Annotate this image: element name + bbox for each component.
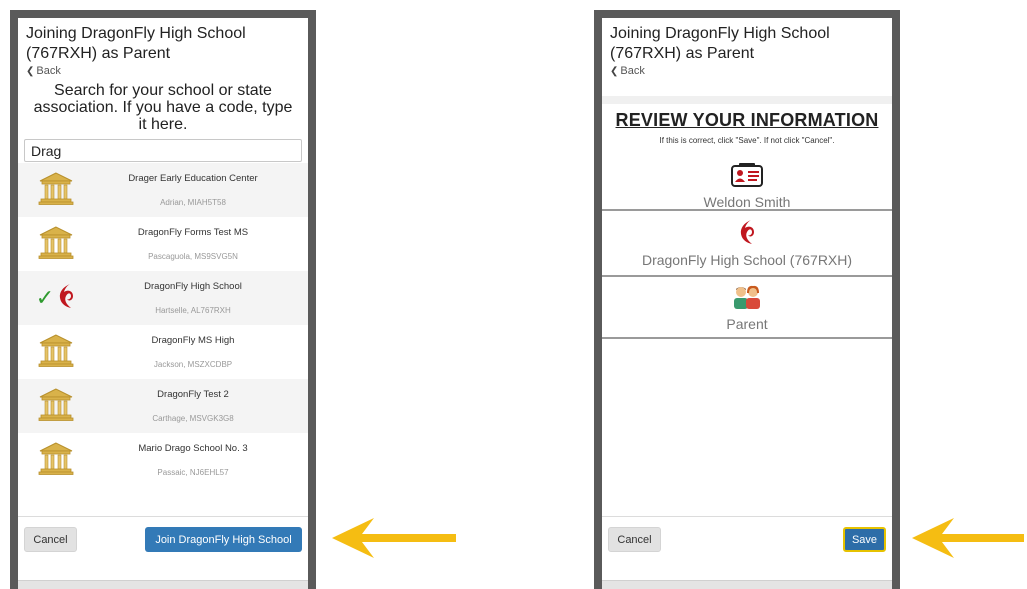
result-location: Adrian, MIAH5T58 <box>160 197 226 207</box>
result-text: Drager Early Education Center Adrian, MIA… <box>94 173 308 208</box>
search-heading: Search for your school or state associat… <box>33 82 293 133</box>
result-icon-area <box>18 170 94 211</box>
review-subtitle: If this is correct, click "Save". If not… <box>659 136 835 145</box>
result-location: Pascaguola, MS9SVG5N <box>148 251 238 261</box>
save-button[interactable]: Save <box>843 527 886 552</box>
arrow-pointing-left-icon <box>332 518 456 558</box>
id-card-icon <box>731 163 763 187</box>
result-name: DragonFly High School <box>144 280 242 292</box>
result-text: Mario Drago School No. 3 Passaic, NJ6EHL5… <box>94 443 308 478</box>
dragonfly-logo-icon <box>56 281 76 316</box>
parent-family-icon <box>734 285 760 309</box>
bottom-strip <box>602 580 892 589</box>
result-name: Mario Drago School No. 3 <box>138 442 248 454</box>
results-list: Drager Early Education Center Adrian, MIA… <box>18 163 308 487</box>
result-icon-area <box>18 386 94 427</box>
result-text: DragonFly High School Hartselle, AL767RXH <box>94 281 308 316</box>
back-link[interactable]: ❮ Back <box>26 64 300 78</box>
person-name: Weldon Smith <box>703 194 791 210</box>
dragonfly-logo-icon <box>740 220 754 244</box>
cancel-button[interactable]: Cancel <box>24 527 77 552</box>
result-item[interactable]: DragonFly Test 2 Carthage, MSVGK3G8 <box>18 379 308 433</box>
result-icon-area <box>18 332 94 373</box>
phone-frame-join: Joining DragonFly High School (767RXH) a… <box>10 10 316 589</box>
result-name: Drager Early Education Center <box>128 172 258 184</box>
result-item[interactable]: DragonFly Forms Test MS Pascaguola, MS9SV… <box>18 217 308 271</box>
school-name: DragonFly High School (767RXH) <box>641 252 853 268</box>
join-screen: Joining DragonFly High School (767RXH) a… <box>18 18 308 589</box>
person-info: Weldon Smith <box>602 151 892 211</box>
join-school-button[interactable]: Join DragonFly High School <box>145 527 302 552</box>
result-location: Jackson, MSZXCDBP <box>153 359 233 369</box>
school-building-icon <box>38 386 74 427</box>
page-title: Joining DragonFly High School (767RXH) a… <box>26 25 246 62</box>
back-link[interactable]: ❮ Back <box>610 64 884 78</box>
back-label: Back <box>620 65 645 77</box>
result-location: Hartselle, AL767RXH <box>155 305 231 315</box>
school-building-icon <box>38 440 74 481</box>
review-title: REVIEW YOUR INFORMATION <box>615 110 879 130</box>
page-title: Joining DragonFly High School (767RXH) a… <box>610 25 830 62</box>
role-info: Parent <box>602 277 892 339</box>
result-name: DragonFly Forms Test MS <box>137 226 249 238</box>
school-search-input[interactable] <box>24 139 302 162</box>
result-text: DragonFly MS High Jackson, MSZXCDBP <box>94 335 308 370</box>
checkmark-icon: ✓ <box>35 285 55 310</box>
footer-bar: Cancel Join DragonFly High School <box>18 516 308 574</box>
result-text: DragonFly Test 2 Carthage, MSVGK3G8 <box>94 389 308 424</box>
result-icon-area <box>18 224 94 265</box>
result-item[interactable]: Mario Drago School No. 3 Passaic, NJ6EHL5… <box>18 433 308 487</box>
result-name: DragonFly MS High <box>151 334 235 346</box>
result-location: Passaic, NJ6EHL57 <box>157 467 229 477</box>
bottom-strip <box>18 580 308 589</box>
school-building-icon <box>38 224 74 265</box>
result-item[interactable]: Drager Early Education Center Adrian, MIA… <box>18 163 308 217</box>
school-info: DragonFly High School (767RXH) <box>602 211 892 277</box>
chevron-left-icon: ❮ <box>26 65 35 77</box>
header-divider <box>602 96 892 104</box>
cancel-button[interactable]: Cancel <box>608 527 661 552</box>
role-name: Parent <box>726 316 768 332</box>
result-item[interactable]: ✓ DragonFly High School Hartselle, AL767RX… <box>18 271 308 325</box>
result-icon-area: ✓ <box>18 281 94 316</box>
header: Joining DragonFly High School (767RXH) a… <box>18 18 308 78</box>
arrow-pointing-left-icon <box>912 518 1024 558</box>
review-screen: Joining DragonFly High School (767RXH) a… <box>602 18 892 589</box>
footer-bar: Cancel Save <box>602 516 892 574</box>
result-text: DragonFly Forms Test MS Pascaguola, MS9SV… <box>94 227 308 262</box>
phone-frame-review: Joining DragonFly High School (767RXH) a… <box>594 10 900 589</box>
chevron-left-icon: ❮ <box>610 65 619 77</box>
school-building-icon <box>38 170 74 211</box>
result-icon-area <box>18 440 94 481</box>
school-building-icon <box>38 332 74 373</box>
result-item[interactable]: DragonFly MS High Jackson, MSZXCDBP <box>18 325 308 379</box>
header: Joining DragonFly High School (767RXH) a… <box>602 18 892 78</box>
back-label: Back <box>36 65 61 77</box>
result-name: DragonFly Test 2 <box>157 388 229 400</box>
result-location: Carthage, MSVGK3G8 <box>152 413 234 423</box>
